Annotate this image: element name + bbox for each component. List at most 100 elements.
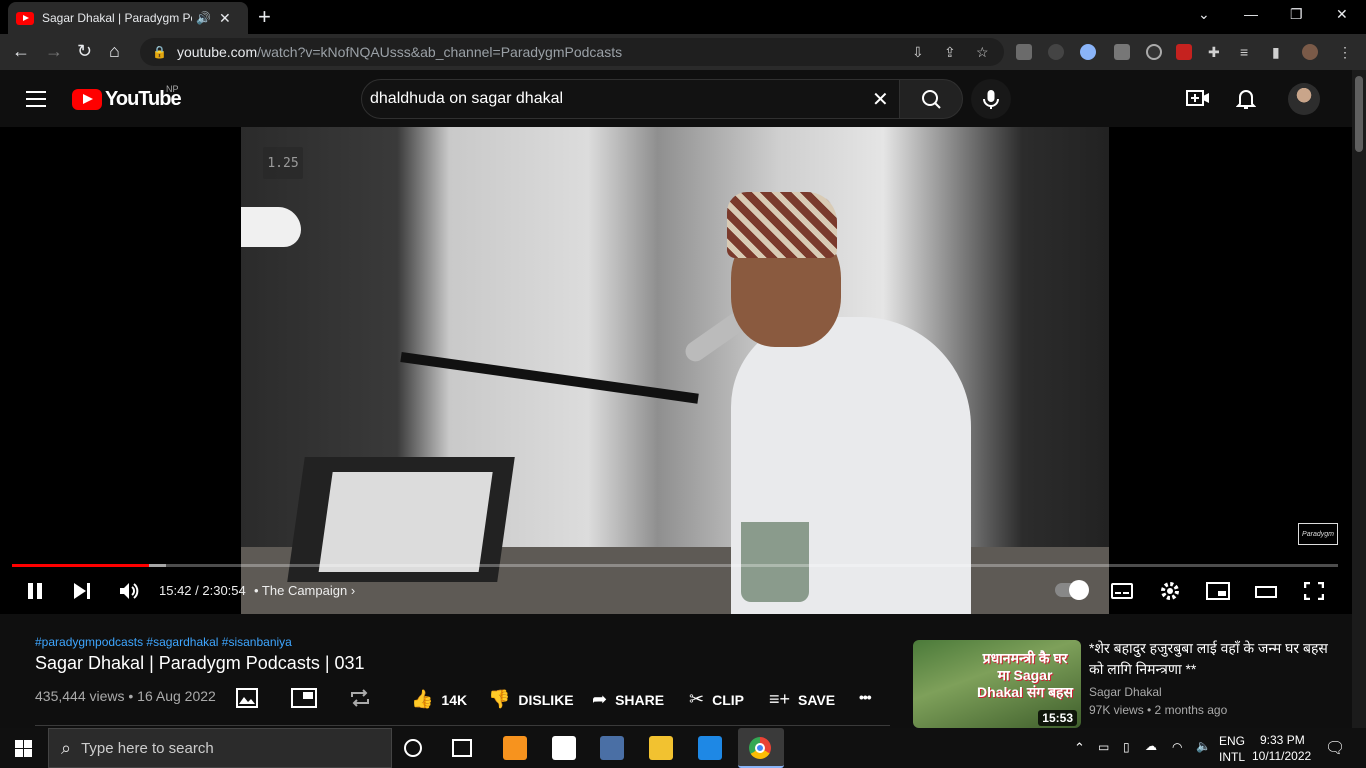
extension-icon-6[interactable] bbox=[1176, 44, 1192, 60]
restore-button[interactable]: ❐ bbox=[1290, 6, 1303, 23]
miniplayer-icon bbox=[1206, 582, 1230, 600]
onedrive-icon[interactable]: ☁ bbox=[1145, 739, 1157, 753]
calculator-icon[interactable] bbox=[600, 736, 624, 760]
account-avatar[interactable] bbox=[1288, 83, 1320, 115]
new-tab-button[interactable]: + bbox=[258, 4, 271, 30]
notion-icon[interactable] bbox=[552, 736, 576, 760]
volume-button[interactable] bbox=[119, 581, 141, 606]
profile-avatar-icon[interactable] bbox=[1302, 44, 1318, 60]
channel-watermark[interactable]: Paradygm bbox=[1298, 523, 1338, 545]
clear-search-icon[interactable]: ✕ bbox=[872, 87, 889, 112]
chapter-label: • The Campaign bbox=[254, 583, 348, 598]
minimize-button[interactable]: — bbox=[1244, 6, 1258, 22]
task-view-icon[interactable] bbox=[452, 739, 472, 757]
close-window-button[interactable]: ✕ bbox=[1336, 6, 1348, 23]
forward-button[interactable]: → bbox=[45, 41, 63, 62]
language-bottom[interactable]: INTL bbox=[1219, 750, 1245, 764]
progress-bar[interactable] bbox=[12, 564, 1338, 567]
settings-button[interactable] bbox=[1159, 580, 1181, 607]
like-button[interactable]: 👍 14K bbox=[411, 689, 467, 710]
fullscreen-button[interactable] bbox=[1303, 581, 1325, 605]
extension-icon-4[interactable] bbox=[1114, 44, 1130, 60]
video-frame[interactable] bbox=[241, 127, 1109, 614]
browser-menu-icon[interactable]: ⋮ bbox=[1338, 44, 1352, 61]
page-scrollbar[interactable] bbox=[1352, 70, 1366, 728]
miniplayer-button[interactable] bbox=[1206, 582, 1230, 605]
voice-search-button[interactable] bbox=[971, 79, 1011, 119]
scrollbar-thumb[interactable] bbox=[1355, 76, 1363, 152]
loop-button[interactable] bbox=[348, 688, 372, 714]
share-page-icon[interactable]: ⇪ bbox=[944, 44, 956, 61]
reload-button[interactable]: ↻ bbox=[77, 41, 92, 62]
save-label: SAVE bbox=[798, 691, 836, 708]
next-video-button[interactable] bbox=[72, 582, 92, 605]
taskbar-search-box[interactable]: ⌕ Type here to search bbox=[48, 728, 392, 768]
theater-mode-button[interactable] bbox=[1255, 585, 1277, 603]
youtube-logo[interactable]: YouTube NP bbox=[72, 84, 182, 111]
miniplayer-toggle-button[interactable] bbox=[291, 688, 317, 714]
clip-button[interactable]: ✂ CLIP bbox=[689, 689, 744, 710]
show-hidden-icons[interactable]: ⌃ bbox=[1074, 740, 1085, 756]
pause-icon bbox=[28, 583, 42, 599]
clock-time[interactable]: 9:33 PM bbox=[1260, 733, 1305, 747]
playback-speed-badge: 1.25 bbox=[263, 147, 303, 179]
tab-close-icon[interactable]: ✕ bbox=[219, 10, 231, 27]
extension-icon-1[interactable] bbox=[1016, 44, 1032, 60]
address-bar[interactable]: 🔒 youtube.com/watch?v=kNofNQAUsss&ab_cha… bbox=[140, 38, 1004, 66]
chrome-icon bbox=[749, 737, 771, 759]
speaker-icon[interactable]: 🔈 bbox=[1196, 739, 1211, 753]
save-button[interactable]: ≡+ SAVE bbox=[769, 689, 835, 710]
back-button[interactable]: ← bbox=[12, 41, 30, 62]
search-button[interactable] bbox=[899, 79, 963, 119]
progress-played bbox=[12, 564, 150, 567]
share-button[interactable]: ➦ SHARE bbox=[592, 689, 664, 710]
thumbs-up-icon: 👍 bbox=[411, 689, 434, 709]
notification-center-icon[interactable]: 🗨 bbox=[1325, 738, 1345, 758]
scissors-icon: ✂ bbox=[689, 689, 705, 709]
dislike-button[interactable]: 👎 DISLIKE bbox=[488, 689, 574, 710]
extension-icon-2[interactable] bbox=[1048, 44, 1064, 60]
recommended-video-title[interactable]: *शेर बहादुर हजुरबुबा लाई वहाँ के जन्म घर… bbox=[1089, 638, 1339, 680]
extension-icon-3[interactable] bbox=[1080, 44, 1096, 60]
chrome-taskbar-button[interactable] bbox=[738, 728, 784, 768]
battery-icon[interactable]: ▭ bbox=[1098, 740, 1109, 754]
extensions-puzzle-icon[interactable]: ✚ bbox=[1208, 44, 1220, 61]
cortana-icon[interactable] bbox=[404, 739, 422, 757]
tab-search-icon[interactable]: ⌄ bbox=[1198, 6, 1210, 23]
video-hashtags[interactable]: #paradygmpodcasts #sagardhakal #sisanban… bbox=[35, 635, 292, 649]
windows-start-icon[interactable] bbox=[15, 740, 32, 757]
extension-icon-5[interactable] bbox=[1146, 44, 1162, 60]
more-actions-button[interactable]: ••• bbox=[859, 689, 872, 705]
media-control-icon[interactable]: ≡ bbox=[1240, 44, 1248, 60]
recommended-channel-name[interactable]: Sagar Dhakal bbox=[1089, 685, 1162, 699]
vscode-icon[interactable] bbox=[698, 736, 722, 760]
thumbnail-image-button[interactable] bbox=[236, 688, 258, 714]
tab-audio-icon[interactable]: 🔊 bbox=[196, 11, 211, 25]
browser-tab-active[interactable]: Sagar Dhakal | Paradygm Po 🔊 ✕ bbox=[8, 2, 248, 34]
lock-icon[interactable]: 🔒 bbox=[152, 45, 167, 59]
xampp-icon[interactable] bbox=[503, 736, 527, 760]
theater-icon bbox=[1255, 586, 1277, 598]
language-top[interactable]: ENG bbox=[1219, 734, 1245, 748]
guide-menu-icon[interactable] bbox=[26, 91, 46, 107]
side-panel-icon[interactable]: ▮ bbox=[1272, 44, 1280, 61]
autoplay-play-icon bbox=[1069, 580, 1089, 600]
wifi-icon[interactable]: ◠ bbox=[1172, 740, 1182, 754]
create-video-icon[interactable] bbox=[1186, 88, 1210, 114]
chapter-title[interactable]: • The Campaign › bbox=[254, 583, 355, 598]
bookmark-star-icon[interactable]: ☆ bbox=[976, 44, 989, 61]
add-to-playlist-icon: ≡+ bbox=[769, 689, 791, 709]
search-input[interactable]: dhaldhuda on sagar dhakal bbox=[361, 79, 900, 119]
autoplay-toggle[interactable] bbox=[1055, 580, 1089, 600]
notifications-bell-icon[interactable] bbox=[1235, 88, 1257, 116]
recommended-video-thumbnail[interactable]: प्रधानमन्त्री कै घर मा Sagar Dhakal संग … bbox=[913, 640, 1081, 728]
home-button[interactable]: ⌂ bbox=[109, 41, 120, 62]
pause-button[interactable] bbox=[26, 582, 44, 605]
video-player[interactable]: 1.25 Paradygm 15:42 / 2:30:54 • The Camp… bbox=[0, 127, 1352, 614]
file-explorer-icon[interactable] bbox=[649, 736, 673, 760]
device-icon[interactable]: ▯ bbox=[1123, 740, 1130, 754]
clock-date[interactable]: 10/11/2022 bbox=[1252, 749, 1311, 763]
subtitles-button[interactable] bbox=[1111, 583, 1133, 604]
install-icon[interactable]: ⇩ bbox=[912, 44, 924, 61]
microphone-icon bbox=[983, 90, 999, 109]
